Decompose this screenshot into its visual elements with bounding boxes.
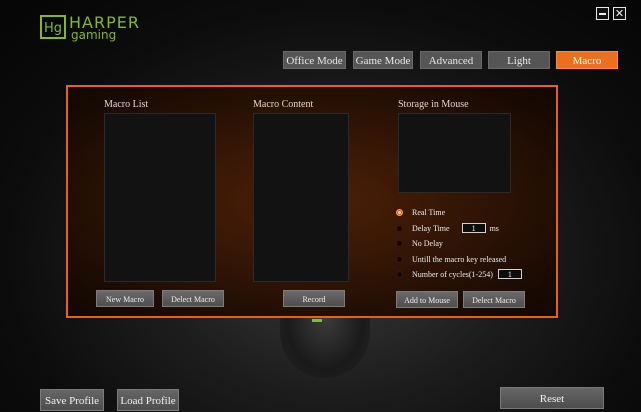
option-num-cycles-label: Number of cycles(1-254) bbox=[412, 269, 493, 279]
close-button[interactable]: ✕ bbox=[613, 7, 626, 20]
option-until-release[interactable]: Untill the macro key released bbox=[396, 253, 506, 265]
macro-list-heading: Macro List bbox=[104, 99, 149, 110]
radio-until-release[interactable] bbox=[396, 255, 403, 263]
tab-game-mode[interactable]: Game Mode bbox=[353, 51, 413, 69]
delete-macro-button-right[interactable]: Delect Macro bbox=[463, 291, 525, 308]
radio-real-time[interactable] bbox=[396, 208, 403, 216]
save-profile-button[interactable]: Save Profile bbox=[40, 389, 104, 411]
option-delay-time-label: Delay Time bbox=[412, 223, 450, 233]
mouse-image bbox=[280, 318, 370, 378]
radio-delay-time[interactable] bbox=[396, 224, 403, 232]
option-real-time-label: Real Time bbox=[412, 207, 446, 217]
option-real-time[interactable]: Real Time bbox=[396, 206, 445, 218]
delay-time-input[interactable]: 1 bbox=[461, 223, 486, 233]
macro-content-heading: Macro Content bbox=[253, 99, 314, 110]
record-button[interactable]: Record bbox=[283, 290, 345, 307]
storage-box[interactable] bbox=[398, 113, 511, 193]
option-num-cycles[interactable]: Number of cycles(1-254) 1 bbox=[396, 268, 522, 280]
option-until-release-label: Untill the macro key released bbox=[412, 254, 507, 264]
option-delay-time[interactable]: Delay Time 1 ms bbox=[396, 222, 499, 234]
option-no-delay[interactable]: No Delay bbox=[396, 237, 443, 249]
macro-content-box[interactable] bbox=[253, 113, 349, 282]
delete-macro-button-left[interactable]: Delect Macro bbox=[162, 290, 224, 307]
cycles-input[interactable]: 1 bbox=[497, 269, 522, 279]
storage-heading: Storage in Mouse bbox=[398, 99, 469, 110]
new-macro-button[interactable]: New Macro bbox=[96, 290, 154, 307]
option-no-delay-label: No Delay bbox=[412, 238, 443, 248]
reset-button[interactable]: Reset bbox=[500, 387, 604, 409]
radio-num-cycles[interactable] bbox=[396, 270, 403, 278]
tab-office-mode[interactable]: Office Mode bbox=[283, 51, 346, 69]
delay-unit-label: ms bbox=[489, 223, 499, 233]
radio-no-delay[interactable] bbox=[396, 239, 403, 247]
add-to-mouse-button[interactable]: Add to Mouse bbox=[396, 291, 458, 308]
mouse-light-accent bbox=[312, 319, 322, 322]
logo-text: HARPER gaming bbox=[69, 15, 140, 42]
tab-light[interactable]: Light bbox=[488, 51, 550, 69]
minimize-button[interactable] bbox=[596, 7, 609, 20]
tab-macro[interactable]: Macro bbox=[556, 51, 618, 69]
macro-list-box[interactable] bbox=[104, 113, 216, 282]
load-profile-button[interactable]: Load Profile bbox=[117, 389, 179, 411]
logo-mark: Hg bbox=[40, 15, 66, 39]
tab-advanced[interactable]: Advanced bbox=[420, 51, 482, 69]
harper-gaming-logo: Hg HARPER gaming bbox=[40, 15, 140, 41]
